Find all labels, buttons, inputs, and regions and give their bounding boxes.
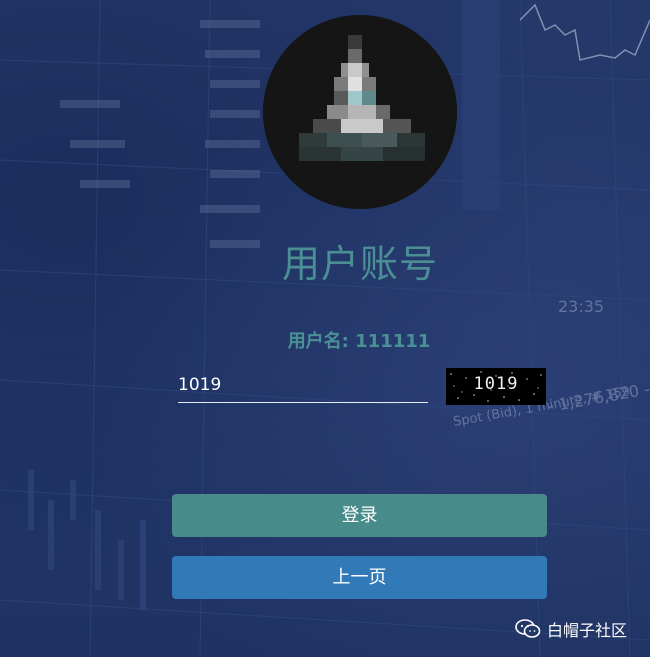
- back-button[interactable]: 上一页: [172, 556, 547, 599]
- wechat-icon: [515, 619, 541, 639]
- username-label: 用户名: 111111: [287, 331, 431, 352]
- watermark-text: 白帽子社区: [547, 621, 628, 640]
- watermark: 白帽子社区: [515, 618, 627, 640]
- captcha-text: 1019: [473, 374, 519, 394]
- avatar: [263, 15, 457, 209]
- bg-time-readout: 23:35: [558, 297, 604, 316]
- captcha-input[interactable]: [178, 368, 428, 403]
- login-button[interactable]: 登录: [172, 494, 547, 537]
- captcha-image[interactable]: 1019: [446, 368, 546, 405]
- page-title: 用户账号: [281, 242, 438, 286]
- pixelated-hat-icon: [263, 15, 457, 209]
